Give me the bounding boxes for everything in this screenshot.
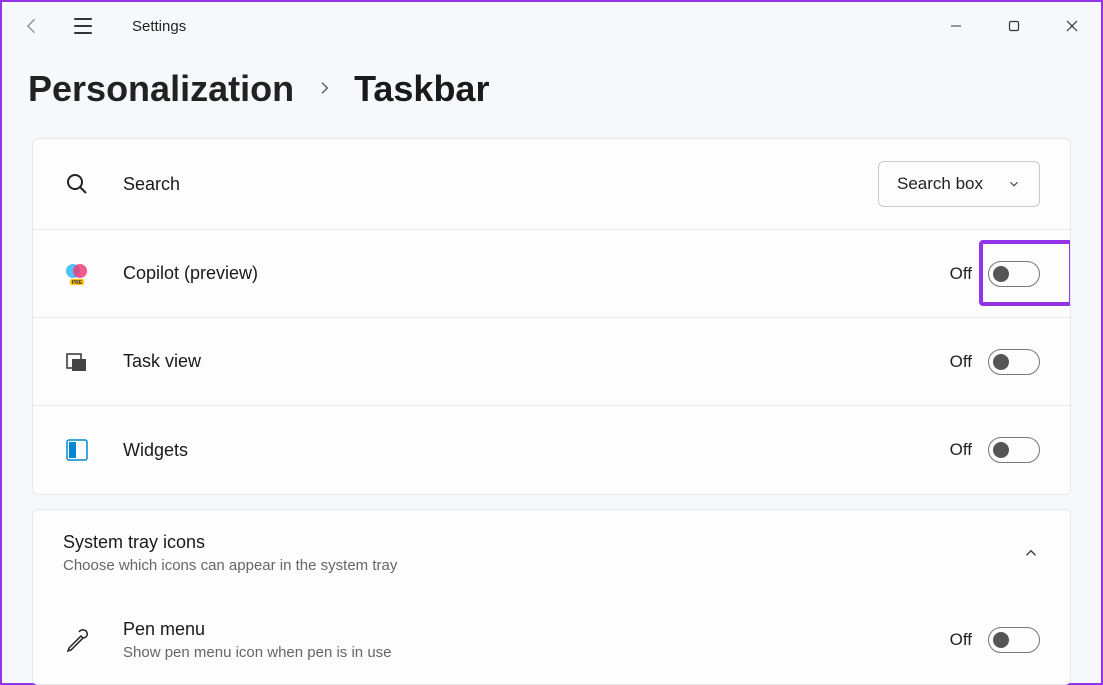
hamburger-menu-button[interactable] (74, 14, 98, 38)
copilot-toggle[interactable] (988, 261, 1040, 287)
search-dropdown[interactable]: Search box (878, 161, 1040, 207)
widgets-toggle[interactable] (988, 437, 1040, 463)
taskview-toggle[interactable] (988, 349, 1040, 375)
taskbar-items-panel: Search Search box PRE Copilot (preview) … (32, 138, 1071, 495)
row-widgets: Widgets Off (33, 406, 1070, 494)
row-label: Pen menu (123, 619, 950, 640)
back-button[interactable] (20, 14, 44, 38)
svg-text:PRE: PRE (72, 280, 83, 286)
row-search: Search Search box (33, 139, 1070, 230)
breadcrumb-current: Taskbar (354, 68, 489, 110)
minimize-button[interactable] (927, 2, 985, 50)
chevron-right-icon (316, 76, 332, 102)
pen-menu-toggle[interactable] (988, 627, 1040, 653)
row-label: Task view (123, 351, 950, 372)
row-label: Widgets (123, 440, 950, 461)
toggle-state-label: Off (950, 264, 972, 284)
widgets-icon (63, 436, 91, 464)
breadcrumb: Personalization Taskbar (2, 50, 1101, 138)
chevron-up-icon (1022, 544, 1040, 562)
dropdown-value: Search box (897, 174, 983, 194)
search-icon (63, 170, 91, 198)
chevron-down-icon (1007, 177, 1021, 191)
close-button[interactable] (1043, 2, 1101, 50)
row-label: Copilot (preview) (123, 263, 950, 284)
section-header-system-tray[interactable]: System tray icons Choose which icons can… (33, 510, 1070, 596)
copilot-icon: PRE (63, 260, 91, 288)
toggle-state-label: Off (950, 440, 972, 460)
maximize-button[interactable] (985, 2, 1043, 50)
app-title: Settings (132, 18, 186, 35)
toggle-state-label: Off (950, 352, 972, 372)
section-subtitle: Choose which icons can appear in the sys… (63, 557, 397, 574)
titlebar: Settings (2, 2, 1101, 50)
row-pen-menu: Pen menu Show pen menu icon when pen is … (33, 596, 1070, 684)
system-tray-panel: System tray icons Choose which icons can… (32, 509, 1071, 685)
row-label: Search (123, 174, 878, 195)
pen-icon (63, 626, 91, 654)
row-copilot: PRE Copilot (preview) Off (33, 230, 1070, 318)
row-subtitle: Show pen menu icon when pen is in use (123, 644, 950, 661)
toggle-state-label: Off (950, 630, 972, 650)
taskview-icon (63, 348, 91, 376)
breadcrumb-parent[interactable]: Personalization (28, 68, 294, 110)
section-title: System tray icons (63, 532, 397, 553)
row-taskview: Task view Off (33, 318, 1070, 406)
